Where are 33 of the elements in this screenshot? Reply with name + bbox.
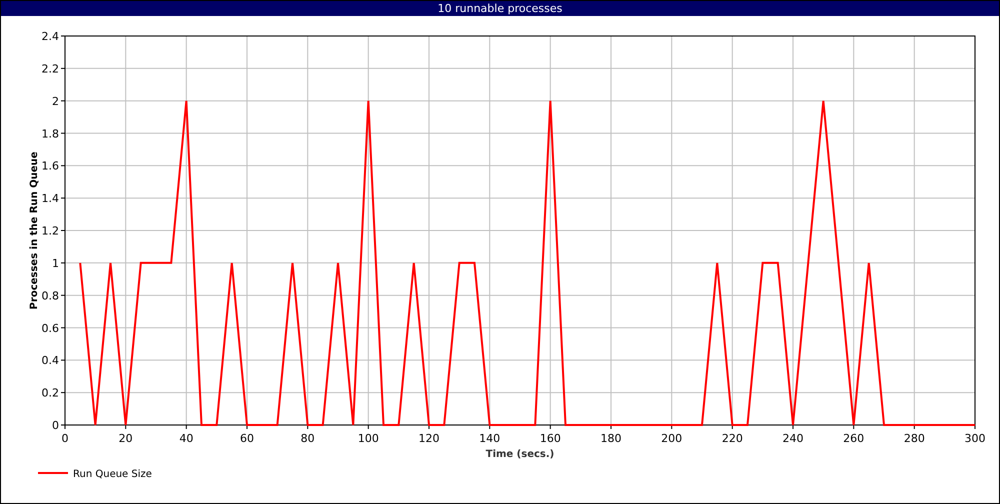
y-axis-title: Processes in the Run Queue [29, 152, 40, 310]
x-tick-label: 20 [118, 432, 133, 445]
x-tick-label: 0 [62, 432, 68, 445]
x-tick-label: 140 [479, 432, 500, 445]
x-tick-label: 40 [179, 432, 194, 445]
y-tick-label: 1.4 [42, 192, 59, 206]
y-tick-label: 2.4 [42, 30, 59, 43]
y-tick-label: 2.2 [42, 62, 59, 76]
x-tick-label: 180 [600, 432, 622, 445]
y-tick-label: 0.6 [42, 322, 59, 335]
x-tick-label: 120 [418, 432, 440, 445]
legend-label: Run Queue Size [73, 469, 152, 480]
x-tick-label: 280 [904, 432, 925, 445]
x-tick-label: 220 [722, 432, 743, 445]
y-tick-label: 0 [52, 419, 59, 432]
y-tick-label: 1.6 [42, 160, 59, 173]
x-tick-label: 60 [240, 432, 254, 445]
y-tick-label: 0.4 [42, 354, 59, 368]
x-axis-title: Time (secs.) [486, 449, 554, 460]
y-tick-label: 2 [52, 94, 59, 108]
y-tick-label: 0.8 [42, 289, 59, 302]
x-tick-label: 160 [540, 432, 561, 445]
y-tick-label: 1.8 [42, 127, 59, 140]
x-tick-label: 80 [300, 432, 315, 445]
x-tick-label: 300 [964, 432, 986, 445]
y-tick-label: 1.2 [42, 224, 59, 238]
y-tick-label: 0.2 [42, 386, 59, 400]
x-tick-label: 200 [661, 432, 682, 445]
x-tick-label: 240 [782, 432, 804, 445]
x-tick-label: 100 [358, 432, 379, 445]
chart-title: 10 runnable processes [1, 1, 999, 16]
y-tick-label: 1 [52, 256, 59, 270]
x-tick-label: 260 [843, 432, 864, 445]
